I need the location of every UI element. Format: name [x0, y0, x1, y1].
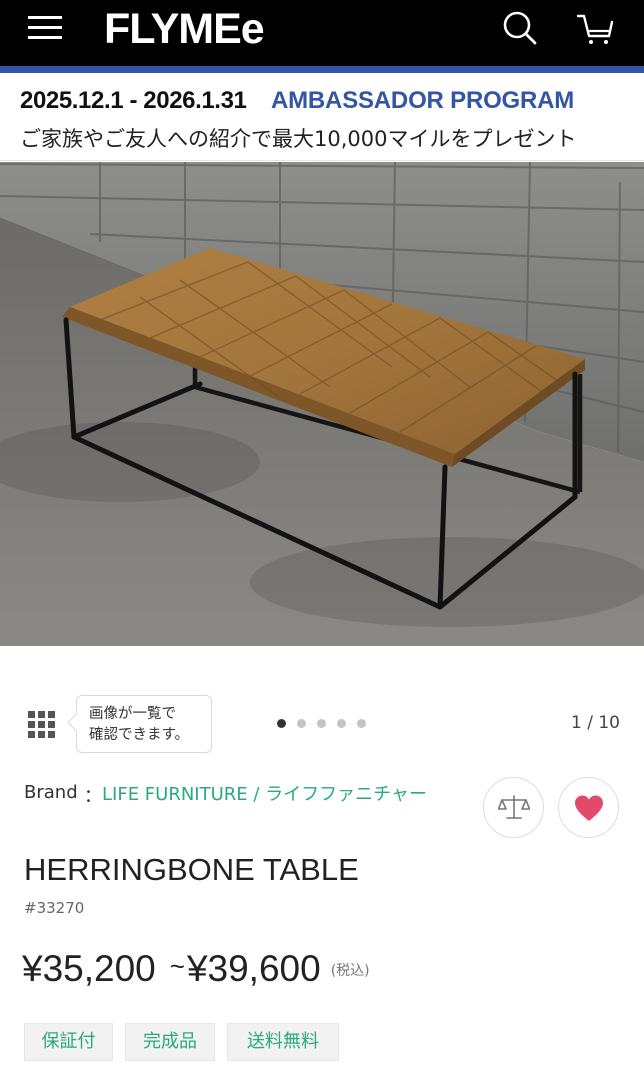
tag-assembled: 完成品 [125, 1023, 215, 1061]
promo-dates: 2025.12.1 - 2026.1.31 [20, 87, 247, 114]
product-main-image[interactable] [0, 162, 644, 646]
compare-button[interactable] [483, 777, 544, 838]
price-min: ¥35,200 [22, 948, 156, 989]
price-separator: ~ [169, 951, 185, 981]
tooltip-line-2: 確認できます。 [89, 727, 190, 743]
gallery-tooltip: 画像が一覧で 確認できます。 [76, 695, 212, 753]
favorite-button[interactable] [558, 777, 619, 838]
tax-note: (税込) [330, 963, 370, 979]
brand-link[interactable]: LIFE FURNITURE / ライフファニチャー [102, 780, 432, 810]
product-id: #33270 [24, 899, 85, 917]
cart-icon[interactable] [572, 6, 620, 50]
hamburger-menu-icon[interactable] [28, 13, 64, 43]
carousel-dot-2[interactable] [297, 719, 306, 728]
carousel-dot-4[interactable] [337, 719, 346, 728]
price-max: ¥39,600 [186, 948, 321, 989]
promo-title: AMBASSADOR PROGRAM [271, 87, 575, 114]
heart-icon [574, 795, 603, 821]
brand-separator: ： [84, 786, 102, 807]
promo-subtitle: ご家族やご友人への紹介で最大10,000マイルをプレゼント [20, 127, 577, 151]
top-navigation-bar: FLYMEe [0, 0, 644, 66]
search-icon[interactable] [498, 6, 542, 50]
carousel-dot-3[interactable] [317, 719, 326, 728]
image-page-count: 1 / 10 [571, 713, 620, 733]
product-title: HERRINGBONE TABLE [24, 852, 359, 887]
brand-label: Brand [24, 782, 78, 803]
tag-warranty: 保証付 [24, 1023, 113, 1061]
ambassador-promo-banner[interactable]: 2025.12.1 - 2026.1.31 AMBASSADOR PROGRAM… [0, 73, 644, 161]
carousel-dot-1[interactable] [277, 719, 286, 728]
scale-compare-icon [497, 794, 530, 819]
carousel-dot-5[interactable] [357, 719, 366, 728]
site-logo[interactable]: FLYMEe [104, 4, 265, 54]
grid-icon[interactable] [28, 711, 58, 741]
tooltip-line-1: 画像が一覧で [89, 706, 176, 722]
tag-free-shipping: 送料無料 [227, 1023, 339, 1061]
price-range: ¥35,200 ~¥39,600 (税込) [22, 948, 370, 990]
accent-stripe [0, 66, 644, 73]
